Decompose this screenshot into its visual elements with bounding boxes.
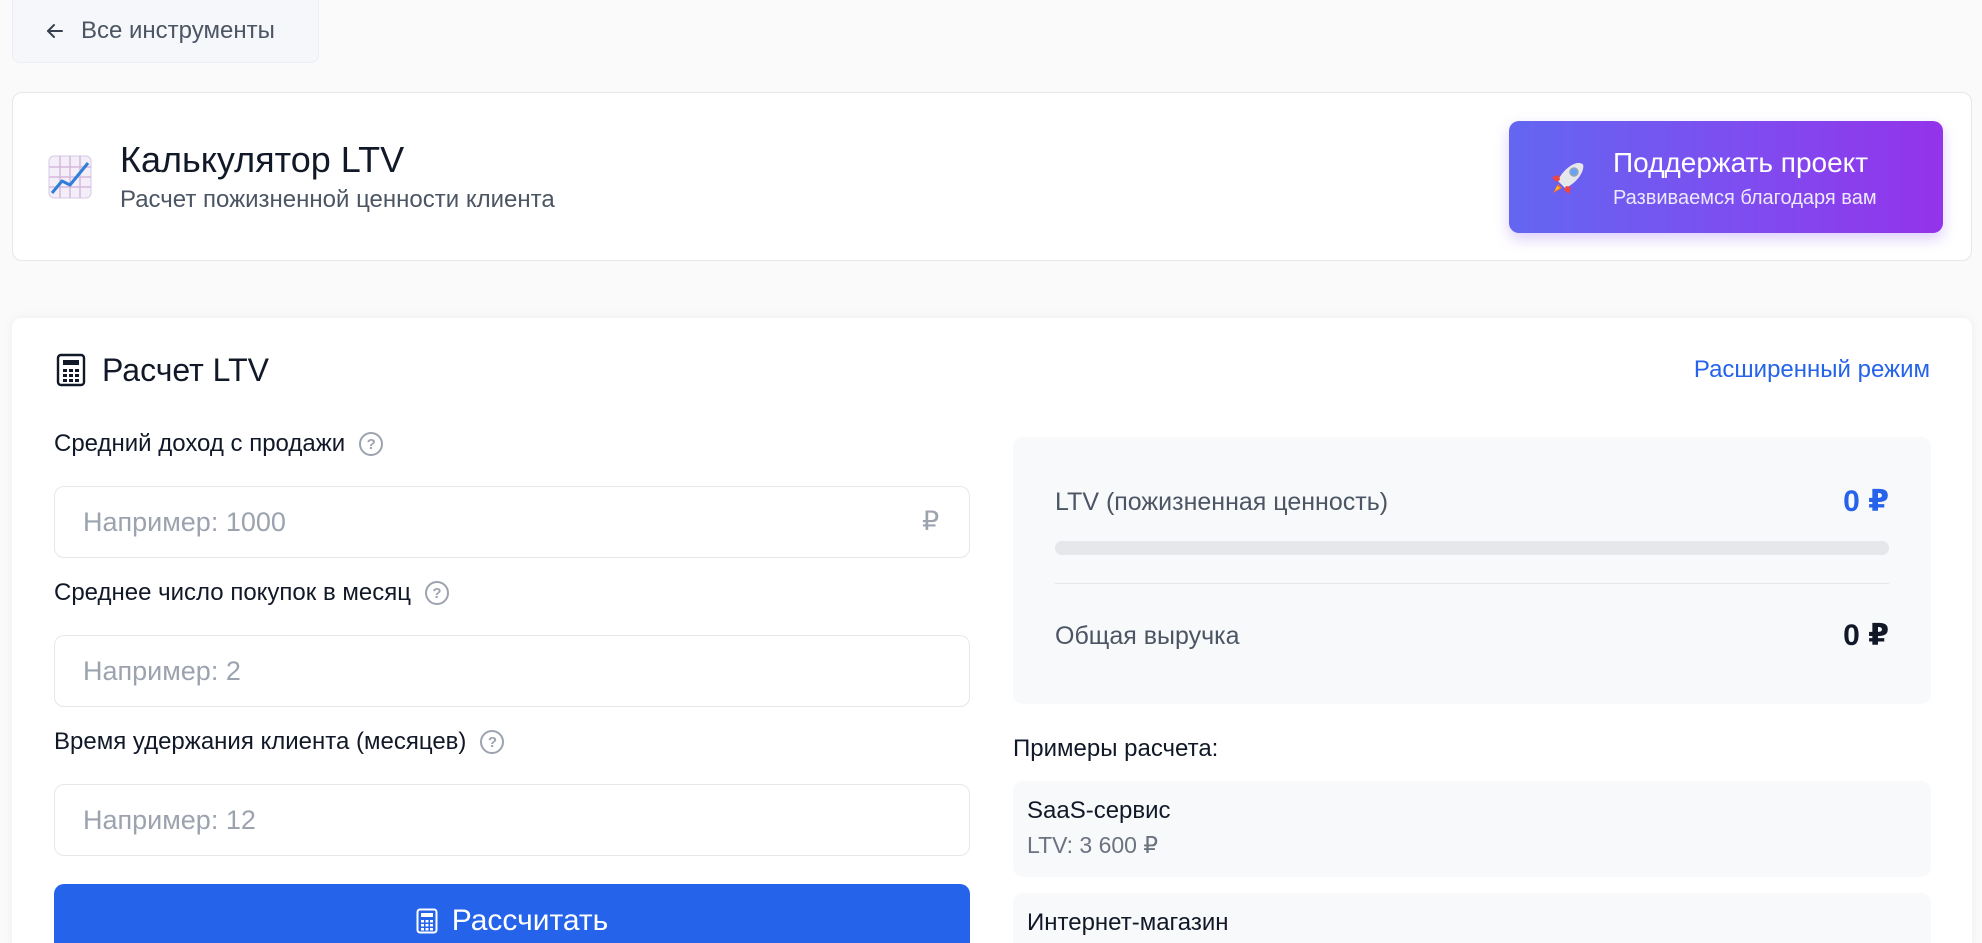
question-circle-icon[interactable]: ? [424, 581, 449, 605]
example-item-saas[interactable]: SaaS-сервис LTV: 3 600 ₽ [1013, 781, 1931, 877]
ltv-progress-bar [1055, 541, 1889, 555]
support-title: Поддержать проект [1613, 147, 1869, 178]
calculate-button[interactable]: Рассчитать [54, 884, 970, 943]
page-subtitle: Расчет пожизненной ценности клиента [120, 186, 555, 213]
purchases-per-month-input[interactable] [54, 635, 970, 707]
question-circle-icon[interactable]: ? [480, 730, 505, 754]
ltv-label: LTV (пожизненная ценность) [1055, 488, 1389, 516]
calculator-card: Расчет LTV Расширенный режим Средний дох… [12, 318, 1972, 943]
back-button-label: Все инструменты [81, 17, 275, 44]
currency-suffix: ₽ [922, 506, 940, 536]
section-title: Расчет LTV [102, 352, 269, 388]
field-label-text: Время удержания клиента (месяцев) [54, 728, 467, 755]
example-ltv: LTV: 3 600 ₽ [1027, 832, 1158, 858]
tool-header: Калькулятор LTV Расчет пожизненной ценно… [12, 92, 1972, 261]
arrow-left-icon [47, 24, 63, 38]
support-subtitle: Развиваемся благодаря вам [1613, 187, 1877, 209]
results-divider [1055, 583, 1889, 584]
calculator-icon [56, 353, 86, 387]
example-name: SaaS-сервис [1027, 797, 1171, 824]
field-label-text: Средний доход с продажи [54, 430, 346, 457]
field-label-text: Среднее число покупок в месяц [54, 579, 411, 606]
revenue-value: 0 ₽ [1843, 619, 1889, 652]
field-label-retention-months: Время удержания клиента (месяцев) ? [54, 728, 505, 756]
examples-title: Примеры расчета: [1013, 735, 1219, 762]
calculator-icon [416, 908, 438, 934]
calculate-button-label: Рассчитать [451, 904, 609, 937]
advanced-mode-link[interactable]: Расширенный режим [1694, 356, 1930, 384]
results-panel: LTV (пожизненная ценность) 0 ₽ Общая выр… [1013, 437, 1931, 704]
question-circle-icon[interactable]: ? [359, 432, 384, 456]
back-button[interactable]: Все инструменты [12, 0, 319, 63]
example-name: Интернет-магазин [1027, 909, 1229, 936]
revenue-label: Общая выручка [1055, 622, 1240, 650]
avg-revenue-input[interactable] [54, 486, 970, 558]
rocket-icon [1552, 163, 1584, 194]
support-project-button[interactable]: Поддержать проект Развиваемся благодаря … [1509, 121, 1943, 233]
chart-increasing-icon [48, 155, 92, 199]
field-label-purchases-per-month: Среднее число покупок в месяц ? [54, 579, 449, 607]
page-title: Калькулятор LTV [120, 139, 405, 180]
retention-months-input[interactable] [54, 784, 970, 856]
ltv-value: 0 ₽ [1843, 485, 1889, 518]
example-item-ecommerce[interactable]: Интернет-магазин [1013, 893, 1931, 943]
field-label-avg-revenue: Средний доход с продажи ? [54, 430, 384, 458]
